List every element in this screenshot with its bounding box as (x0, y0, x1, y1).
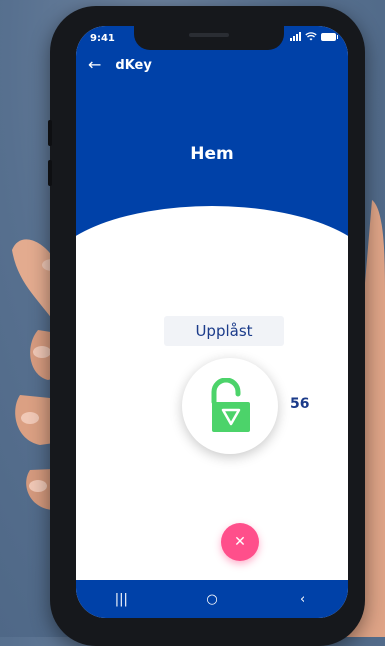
lock-status-label: Upplåst (164, 316, 284, 346)
recents-button[interactable]: ||| (101, 592, 141, 607)
wifi-icon (305, 32, 317, 41)
close-button[interactable]: ✕ (221, 523, 259, 561)
home-button[interactable]: ○ (192, 592, 232, 607)
close-icon: ✕ (234, 534, 246, 550)
header-wave (76, 206, 348, 306)
back-button[interactable]: ‹ (283, 592, 323, 607)
battery-icon (321, 32, 338, 41)
unlock-count: 56 (290, 396, 310, 412)
phone-screen: 9:41 ← dKey Hem Upplåst 56 ✕ ||| ○ ‹ (76, 26, 348, 618)
home-icon: ○ (206, 591, 218, 607)
lock-toggle-button[interactable] (182, 358, 278, 454)
signal-icon (290, 32, 301, 41)
app-title: dKey (115, 57, 152, 73)
status-time: 9:41 (90, 33, 115, 44)
back-arrow-icon[interactable]: ← (88, 57, 101, 73)
speaker (189, 33, 229, 37)
recents-icon: ||| (114, 591, 128, 607)
android-nav-bar: ||| ○ ‹ (76, 580, 348, 618)
notch (134, 26, 284, 50)
lock-status-text: Upplåst (195, 322, 253, 340)
back-icon: ‹ (300, 591, 306, 607)
page-title: Hem (190, 144, 234, 164)
unlocked-padlock-icon (211, 378, 250, 432)
status-icons (290, 32, 338, 41)
volume-button (48, 160, 52, 186)
app-bar: ← dKey (88, 57, 152, 73)
volume-button (48, 120, 52, 146)
